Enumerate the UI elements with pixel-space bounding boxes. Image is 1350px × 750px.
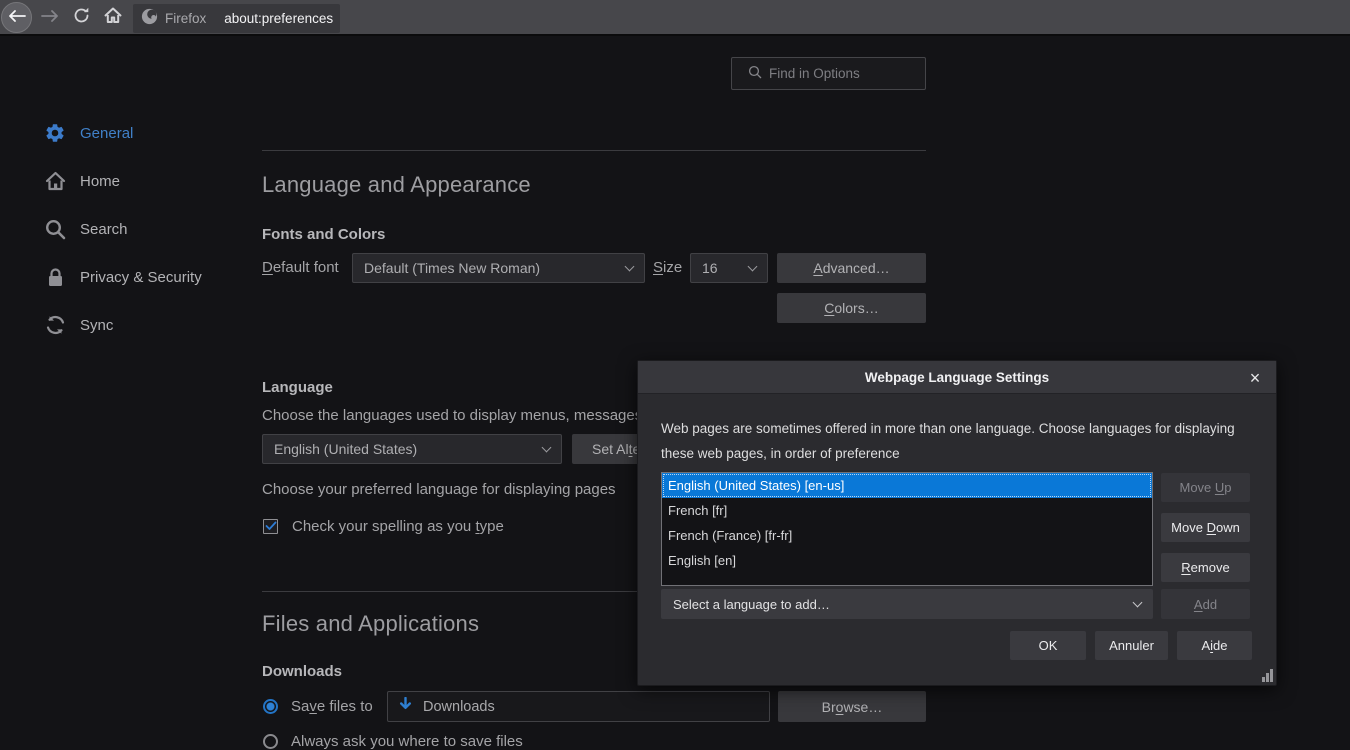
reload-button[interactable]: [67, 0, 95, 36]
lock-icon: [43, 265, 67, 289]
browser-toolbar: Firefox about:preferences: [0, 0, 1350, 36]
sync-icon: [43, 313, 67, 337]
back-button[interactable]: [1, 2, 32, 33]
chevron-down-icon: [625, 261, 635, 271]
sidebar-label-sync: Sync: [80, 317, 113, 334]
language-list-item[interactable]: French (France) [fr-fr]: [662, 523, 1152, 548]
sidebar-item-search[interactable]: Search: [30, 205, 245, 253]
sidebar-item-home[interactable]: Home: [30, 157, 245, 205]
language-list-item[interactable]: French [fr]: [662, 498, 1152, 523]
spellcheck-label: Check your spelling as you type: [292, 518, 504, 535]
save-files-label: Save files to: [291, 691, 373, 722]
close-icon[interactable]: ×: [1243, 366, 1267, 390]
download-path-field[interactable]: Downloads: [387, 691, 770, 722]
url-text: about:preferences: [224, 11, 333, 26]
download-path-value: Downloads: [423, 699, 495, 715]
advanced-button[interactable]: Advanced…: [777, 253, 926, 283]
sidebar-item-sync[interactable]: Sync: [30, 301, 245, 349]
home-icon: [43, 169, 67, 193]
dialog-description-line2: these web pages, in order of preference: [661, 446, 900, 461]
dialog-description-line1: Web pages are sometimes offered in more …: [661, 421, 1235, 436]
move-down-button[interactable]: Move Down: [1161, 513, 1250, 542]
webpage-language-settings-dialog: Webpage Language Settings × Web pages ar…: [637, 360, 1277, 686]
ok-button[interactable]: OK: [1010, 631, 1086, 660]
magnifier-icon: [43, 217, 67, 241]
section-divider-top: [262, 150, 926, 151]
size-dropdown[interactable]: 16: [690, 253, 768, 283]
default-font-label: Default font: [262, 253, 339, 283]
back-arrow-icon: [8, 9, 26, 27]
colors-button[interactable]: Colors…: [777, 293, 926, 323]
forward-button[interactable]: [36, 0, 64, 36]
add-language-select[interactable]: Select a language to add…: [661, 589, 1153, 619]
spellcheck-checkbox[interactable]: [263, 519, 278, 534]
always-ask-label: Always ask you where to save files: [291, 733, 523, 750]
url-bar[interactable]: Firefox about:preferences: [133, 4, 340, 33]
firefox-logo-icon: [141, 8, 158, 30]
downloads-heading: Downloads: [262, 663, 342, 680]
gear-icon: [43, 121, 67, 145]
size-value: 16: [702, 260, 718, 276]
sidebar-label-home: Home: [80, 173, 120, 190]
chevron-down-icon: [748, 261, 758, 271]
add-button[interactable]: Add: [1161, 589, 1250, 619]
help-button[interactable]: Aide: [1177, 631, 1252, 660]
checkmark-icon: [265, 518, 277, 536]
sidebar-label-search: Search: [80, 221, 128, 238]
browse-button[interactable]: Browse…: [778, 691, 926, 722]
language-heading: Language: [262, 379, 333, 396]
section-title-files-applications: Files and Applications: [262, 611, 479, 637]
sidebar-item-general[interactable]: General: [30, 109, 245, 157]
find-in-options-input[interactable]: Find in Options: [731, 57, 926, 90]
language-list-item[interactable]: English (United States) [en-us]: [662, 473, 1152, 498]
default-font-dropdown[interactable]: Default (Times New Roman): [352, 253, 645, 283]
save-files-radio[interactable]: [263, 699, 278, 714]
firefox-window: Firefox about:preferences Find in Option…: [0, 0, 1350, 750]
dialog-header[interactable]: Webpage Language Settings: [638, 361, 1276, 394]
resize-grip[interactable]: [1262, 669, 1273, 682]
cancel-button[interactable]: Annuler: [1095, 631, 1168, 660]
dialog-title: Webpage Language Settings: [865, 370, 1049, 385]
sidebar-label-general: General: [80, 125, 133, 142]
download-arrow-icon: [399, 697, 412, 716]
ui-language-value: English (United States): [274, 441, 417, 457]
site-identity-label: Firefox: [165, 11, 206, 26]
sidebar-item-privacy-security[interactable]: Privacy & Security: [30, 253, 245, 301]
chevron-down-icon: [542, 442, 552, 452]
section-title-language-appearance: Language and Appearance: [262, 172, 531, 198]
move-up-button[interactable]: Move Up: [1161, 473, 1250, 502]
always-ask-radio[interactable]: [263, 734, 278, 749]
ui-language-dropdown[interactable]: English (United States): [262, 434, 562, 464]
reload-icon: [73, 7, 90, 29]
default-font-value: Default (Times New Roman): [364, 260, 540, 276]
preferred-language-desc: Choose your preferred language for displ…: [262, 481, 616, 498]
remove-button[interactable]: Remove: [1161, 553, 1250, 582]
chevron-down-icon: [1133, 597, 1143, 607]
add-language-select-value: Select a language to add…: [673, 597, 830, 612]
language-desc: Choose the languages used to display men…: [262, 407, 646, 424]
size-label: Size: [653, 253, 682, 283]
home-button[interactable]: [99, 0, 127, 36]
fonts-colors-heading: Fonts and Colors: [262, 226, 385, 243]
forward-arrow-icon: [41, 9, 59, 27]
home-icon: [104, 7, 122, 29]
search-icon: [748, 65, 762, 82]
language-list-item[interactable]: English [en]: [662, 548, 1152, 573]
find-placeholder: Find in Options: [769, 66, 860, 81]
language-listbox: English (United States) [en-us] French […: [661, 472, 1153, 586]
sidebar-label-privacy-security: Privacy & Security: [80, 269, 202, 286]
